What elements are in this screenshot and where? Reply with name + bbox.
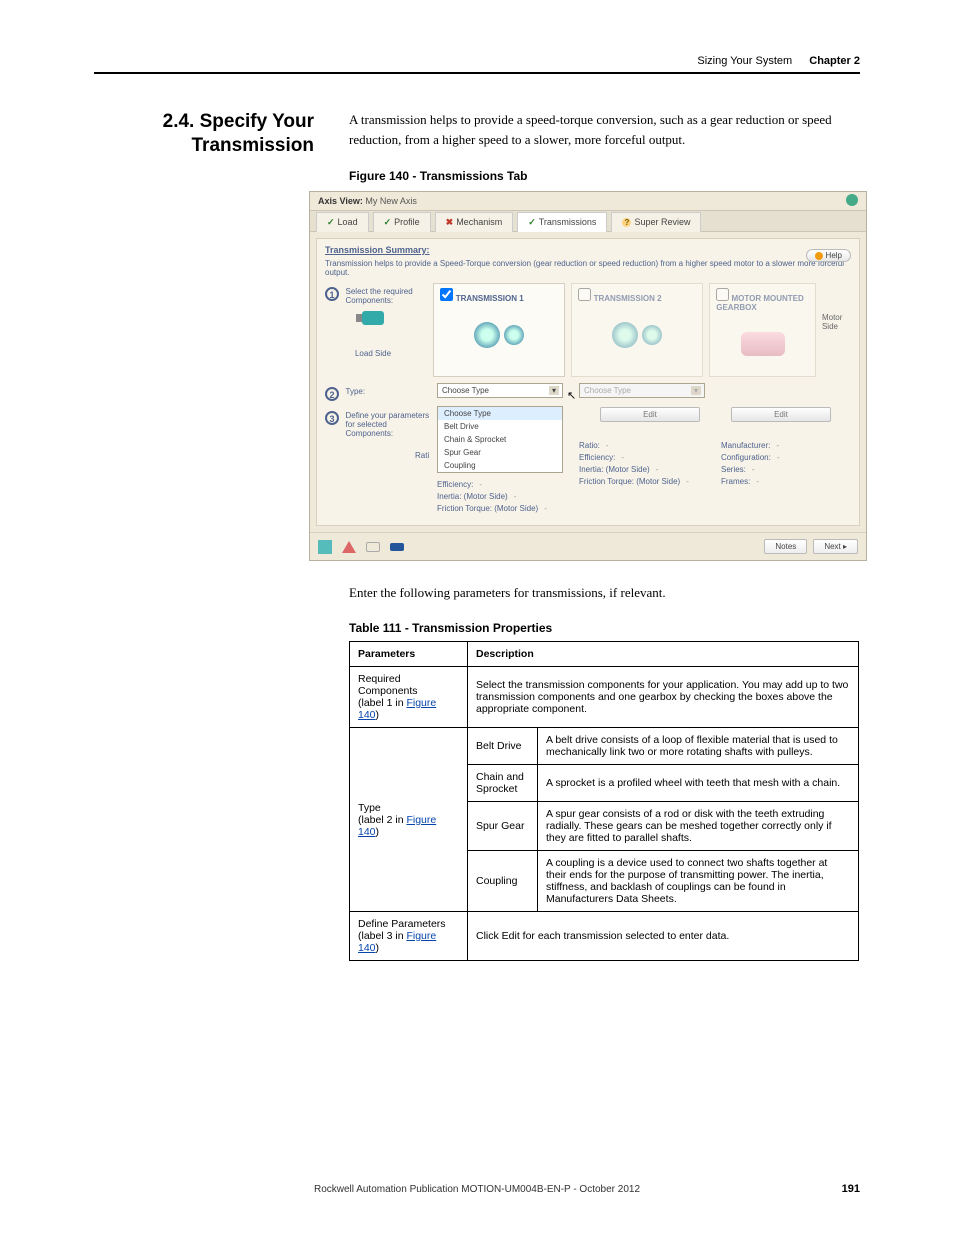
- panel-body: Transmission Summary: Help Transmission …: [316, 238, 860, 526]
- cell-define-params: Define Parameters (label 3 in Figure 140…: [350, 912, 468, 961]
- load-device-icon: [362, 311, 384, 325]
- cursor-icon: ↖: [567, 389, 576, 402]
- page-number: 191: [842, 1183, 860, 1195]
- load-side-label: Load Side: [343, 349, 403, 358]
- cell-required-components: Required Components (label 1 in Figure 1…: [350, 667, 468, 728]
- toolbar-icon-3[interactable]: [366, 542, 380, 552]
- gear-icon: [474, 322, 500, 348]
- transmission-1-label: TRANSMISSION 1: [456, 294, 524, 303]
- page-content: 2.4. Specify Your Transmission A transmi…: [94, 110, 860, 961]
- ratio-stub: Rati: [415, 451, 429, 460]
- section-heading: 2.4. Specify Your Transmission: [94, 110, 314, 158]
- next-button[interactable]: Next ▸: [813, 539, 858, 554]
- motor-side-label: Motor Side: [822, 283, 851, 377]
- cell-type: Type (label 2 in Figure 140): [350, 728, 468, 912]
- props-col-1: Efficiency:- Inertia: (Motor Side)- Fric…: [437, 479, 579, 515]
- step-2-label: Type:: [346, 387, 432, 396]
- summary-title: Transmission Summary:: [325, 245, 851, 255]
- toolbar-icon-2[interactable]: [342, 541, 356, 553]
- tab-profile[interactable]: ✓Profile: [373, 212, 431, 232]
- transmission-2-checkbox[interactable]: [578, 288, 591, 301]
- section-number: 2.4.: [163, 111, 195, 132]
- edit-button-3[interactable]: Edit: [731, 407, 831, 422]
- tab-load[interactable]: ✓Load: [316, 212, 369, 232]
- transmission-2-card: TRANSMISSION 2: [571, 283, 703, 377]
- header-breadcrumb: Sizing Your System: [697, 55, 792, 67]
- type-dropdown-1[interactable]: Choose Type: [437, 383, 563, 398]
- props-col-2: Ratio:- Efficiency:- Inertia: (Motor Sid…: [579, 440, 721, 488]
- cell-required-desc: Select the transmission components for y…: [468, 667, 859, 728]
- axis-view-label: Axis View:: [318, 196, 363, 206]
- props-col-3: Manufacturer:- Configuration:- Series:- …: [721, 440, 841, 488]
- dd-option-spur[interactable]: Spur Gear: [438, 446, 562, 459]
- transmission-1-card: TRANSMISSION 1: [433, 283, 565, 377]
- toolbar-icon-4[interactable]: [390, 543, 404, 551]
- intro-paragraph: A transmission helps to provide a speed-…: [349, 110, 860, 149]
- tab-bar: ✓Load ✓Profile ✖Mechanism ✓Transmissions…: [310, 210, 866, 232]
- row-components: 1 Select the required Components: Load S…: [325, 283, 851, 377]
- row-define-params: 3 Define your parameters for selected Co…: [325, 407, 851, 515]
- gearbox-label: MOTOR MOUNTED GEARBOX: [716, 294, 804, 312]
- edit-button-2[interactable]: Edit: [600, 407, 700, 422]
- running-header: Sizing Your System Chapter 2: [697, 55, 860, 67]
- help-icon[interactable]: [846, 194, 858, 206]
- transmission-2-label: TRANSMISSION 2: [594, 294, 662, 303]
- cell-chain-desc: A sprocket is a profiled wheel with teet…: [538, 765, 859, 802]
- section-title-text: Specify Your Transmission: [192, 111, 315, 156]
- row-type: 2 Type: Choose Type ↖ Choose Type: [325, 383, 851, 401]
- tab-mechanism[interactable]: ✖Mechanism: [435, 212, 514, 232]
- cell-coupling-desc: A coupling is a device used to connect t…: [538, 851, 859, 912]
- col-description: Description: [468, 642, 859, 667]
- gearbox-checkbox[interactable]: [716, 288, 729, 301]
- table-caption: Table 111 - Transmission Properties: [349, 621, 860, 635]
- dd-option-chain[interactable]: Chain & Sprocket: [438, 433, 562, 446]
- gearbox-icon: [741, 332, 785, 356]
- step-3-label: Define your parameters for selected Comp…: [346, 411, 432, 438]
- tab-transmissions[interactable]: ✓Transmissions: [517, 212, 607, 232]
- gear-icon: [504, 325, 524, 345]
- screenshot-figure: Axis View: My New Axis ✓Load ✓Profile ✖M…: [309, 191, 867, 561]
- gear-icon: [642, 325, 662, 345]
- axis-view-bar: Axis View: My New Axis: [310, 192, 866, 210]
- type-dropdown-list[interactable]: Choose Type Belt Drive Chain & Sprocket …: [437, 406, 563, 473]
- step-3-badge: 3: [325, 411, 339, 425]
- header-rule: [94, 72, 860, 74]
- transmission-properties-table: Parameters Description Required Componen…: [349, 641, 859, 961]
- dd-option-coupling[interactable]: Coupling: [438, 459, 562, 472]
- cell-spur: Spur Gear: [468, 802, 538, 851]
- cell-coupling: Coupling: [468, 851, 538, 912]
- dd-option-belt[interactable]: Belt Drive: [438, 420, 562, 433]
- cell-define-desc: Click Edit for each transmission selecte…: [468, 912, 859, 961]
- step-1-label: Select the required Components:: [346, 287, 432, 305]
- gearbox-card: MOTOR MOUNTED GEARBOX: [709, 283, 816, 377]
- cell-belt-desc: A belt drive consists of a loop of flexi…: [538, 728, 859, 765]
- gear-icon: [612, 322, 638, 348]
- cell-spur-desc: A spur gear consists of a rod or disk wi…: [538, 802, 859, 851]
- notes-button[interactable]: Notes: [764, 539, 807, 554]
- transmission-1-checkbox[interactable]: [440, 288, 453, 301]
- screenshot-footer: Notes Next ▸: [310, 532, 866, 560]
- step-1-badge: 1: [325, 287, 339, 301]
- toolbar-icon-1[interactable]: [318, 540, 332, 554]
- tab-super-review[interactable]: ?Super Review: [611, 212, 701, 232]
- enter-paragraph: Enter the following parameters for trans…: [349, 585, 860, 601]
- help-button[interactable]: Help: [806, 249, 851, 262]
- step-2-badge: 2: [325, 387, 339, 401]
- cell-chain: Chain and Sprocket: [468, 765, 538, 802]
- type-dropdown-2[interactable]: Choose Type: [579, 383, 705, 398]
- figure-caption: Figure 140 - Transmissions Tab: [349, 169, 860, 183]
- col-parameters: Parameters: [350, 642, 468, 667]
- page-footer: Rockwell Automation Publication MOTION-U…: [94, 1184, 860, 1195]
- cell-belt-drive: Belt Drive: [468, 728, 538, 765]
- summary-text: Transmission helps to provide a Speed-To…: [325, 259, 851, 277]
- dd-option-choose[interactable]: Choose Type: [438, 407, 562, 420]
- header-chapter: Chapter 2: [809, 55, 860, 67]
- axis-view-value: My New Axis: [365, 196, 417, 206]
